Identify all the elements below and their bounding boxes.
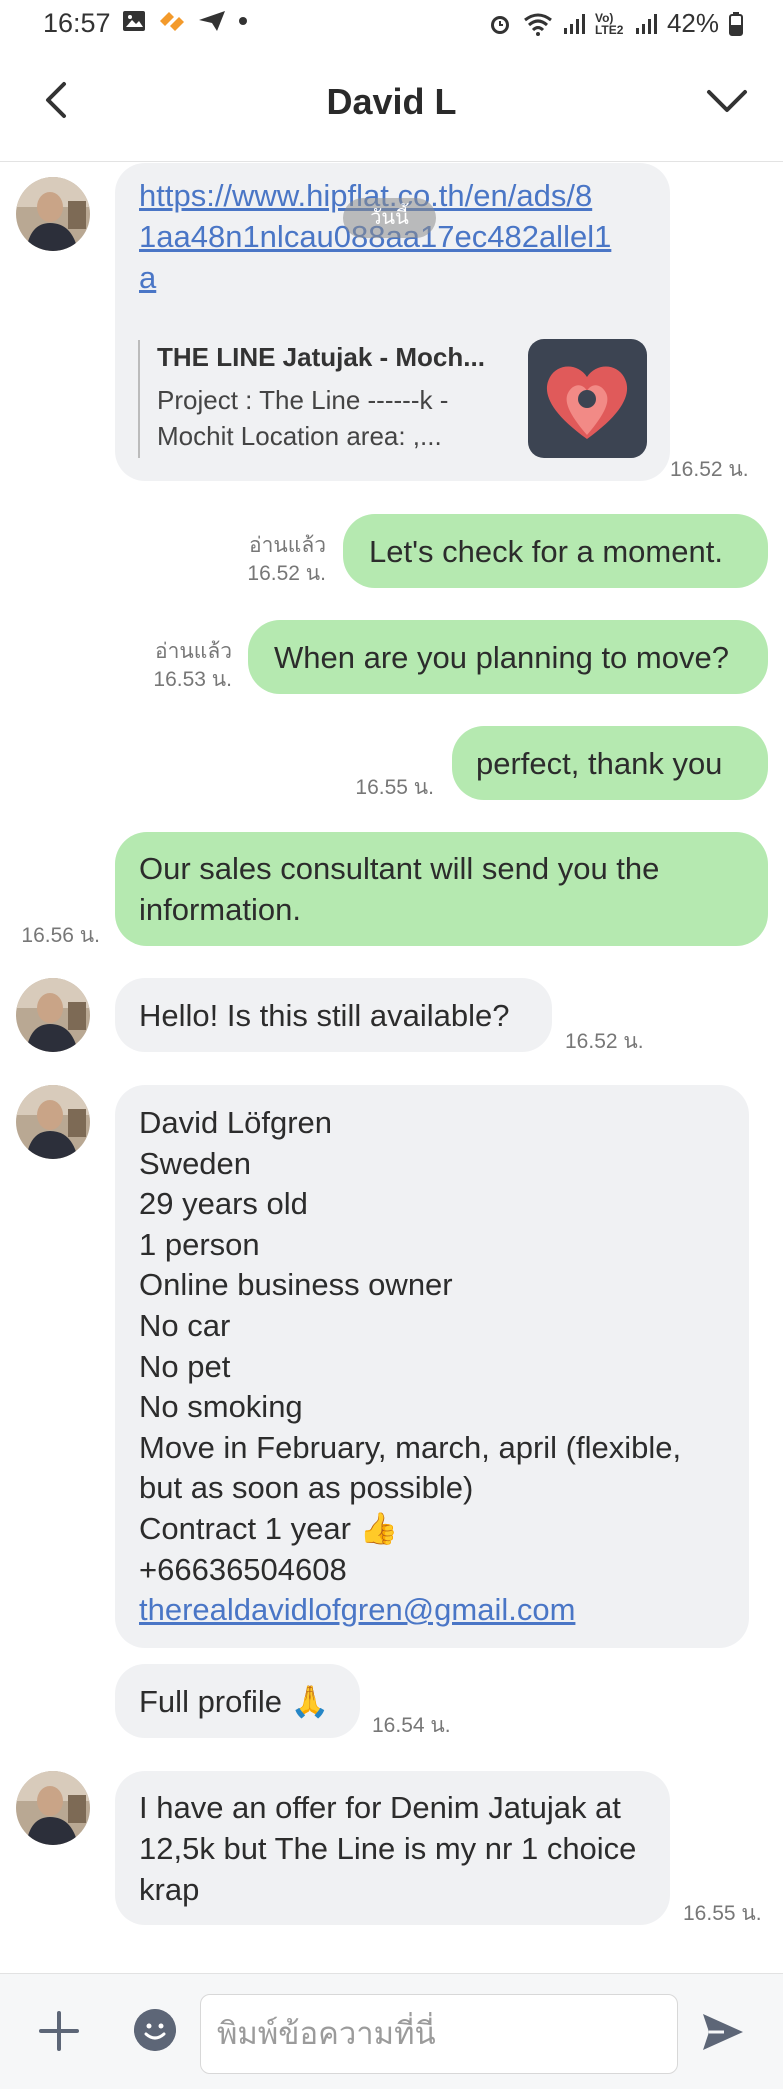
message-incoming[interactable]: Hello! Is this still available? — [115, 978, 552, 1052]
gallery-icon — [123, 11, 145, 31]
message-time: 16.52 น. — [247, 562, 326, 585]
message-outgoing[interactable]: perfect, thank you — [452, 726, 768, 800]
message-text: Our sales consultant will send you the i… — [139, 851, 660, 927]
chevron-down-icon[interactable] — [705, 84, 749, 116]
status-right: Vo) LTE2 42% — [487, 8, 743, 39]
profile-line: No car — [139, 1307, 231, 1343]
battery-icon — [729, 11, 743, 36]
preview-title: THE LINE Jatujak - Moch... — [157, 342, 485, 372]
message-outgoing[interactable]: When are you planning to move? — [248, 620, 768, 694]
message-outgoing[interactable]: Let's check for a moment. — [343, 514, 768, 588]
read-receipt: อ่านแล้ว 16.52 น. — [200, 532, 326, 588]
message-text: When are you planning to move? — [274, 640, 729, 675]
profile-line: +66636504608 — [139, 1551, 347, 1587]
preview-description: Project : The Line ------k - Mochit Loca… — [157, 385, 449, 451]
signal-icon — [635, 13, 657, 34]
message-text: Let's check for a moment. — [369, 534, 723, 569]
wifi-icon — [524, 13, 552, 36]
link-line: a — [139, 260, 157, 295]
avatar[interactable] — [16, 1771, 90, 1845]
message-time: 16.53 น. — [153, 668, 232, 691]
status-time: 16:57 — [43, 8, 111, 38]
message-input-bar — [0, 1973, 783, 2089]
message-time: 16.54 น. — [372, 1714, 451, 1737]
link-preview-card[interactable]: THE LINE Jatujak - Moch... Project : The… — [138, 340, 528, 458]
message-text: Full profile 🙏 — [139, 1684, 330, 1719]
profile-line: 1 person — [139, 1226, 260, 1262]
profile-line: No pet — [139, 1348, 231, 1384]
message-time: 16.56 น. — [21, 924, 100, 947]
message-time: 16.55 น. — [355, 776, 434, 799]
alarm-icon — [490, 15, 509, 34]
send-icon — [199, 11, 225, 31]
profile-line: Contract 1 year 👍 — [139, 1510, 399, 1546]
signal-icon — [563, 13, 585, 34]
status-bar: 16:57 Vo) LTE2 42% — [0, 0, 783, 48]
profile-line: No smoking — [139, 1389, 303, 1425]
message-incoming[interactable]: I have an offer for Denim Jatujak at 12,… — [115, 1771, 670, 1925]
avatar[interactable] — [16, 978, 90, 1052]
read-receipt: อ่านแล้ว 16.53 น. — [106, 638, 232, 694]
message-time: 16.52 น. — [565, 1030, 644, 1053]
read-label: อ่านแล้ว — [249, 534, 326, 557]
heart-pin-icon — [546, 366, 628, 439]
avatar[interactable] — [16, 1085, 90, 1159]
app-icon — [160, 12, 184, 31]
date-overlay-badge: วันนี้ — [343, 198, 436, 238]
chat-title: David L — [326, 81, 457, 122]
chat-header: David L — [0, 48, 783, 162]
emoji-icon[interactable] — [134, 2009, 176, 2051]
preview-thumbnail[interactable] — [528, 339, 647, 458]
message-time: 16.55 น. — [683, 1902, 762, 1925]
email-link[interactable]: therealdavidlofgren@gmail.com — [139, 1590, 725, 1631]
read-label: อ่านแล้ว — [155, 640, 232, 663]
message-incoming-profile[interactable]: David Löfgren Sweden 29 years old 1 pers… — [115, 1085, 749, 1648]
network-label: Vo) LTE2 — [594, 10, 624, 37]
message-text: Hello! Is this still available? — [139, 998, 510, 1033]
message-outgoing[interactable]: Our sales consultant will send you the i… — [115, 832, 768, 946]
profile-line: Move in February, march, april (flexible… — [139, 1429, 682, 1506]
message-time: 16.52 น. — [670, 458, 749, 481]
profile-line: Sweden — [139, 1145, 252, 1181]
avatar[interactable] — [16, 177, 90, 251]
message-input[interactable] — [200, 1994, 678, 2074]
plus-icon[interactable] — [38, 2010, 80, 2052]
profile-line: Online business owner — [139, 1267, 453, 1303]
send-icon[interactable] — [700, 2011, 746, 2053]
message-incoming[interactable]: Full profile 🙏 — [115, 1664, 360, 1738]
message-text: I have an offer for Denim Jatujak at 12,… — [139, 1790, 637, 1907]
battery-percent: 42% — [666, 8, 719, 38]
profile-line: 29 years old — [139, 1186, 308, 1222]
status-left-icons — [122, 10, 248, 32]
message-text: perfect, thank you — [476, 746, 723, 781]
profile-line: David Löfgren — [139, 1105, 333, 1140]
dot-icon — [239, 17, 247, 25]
